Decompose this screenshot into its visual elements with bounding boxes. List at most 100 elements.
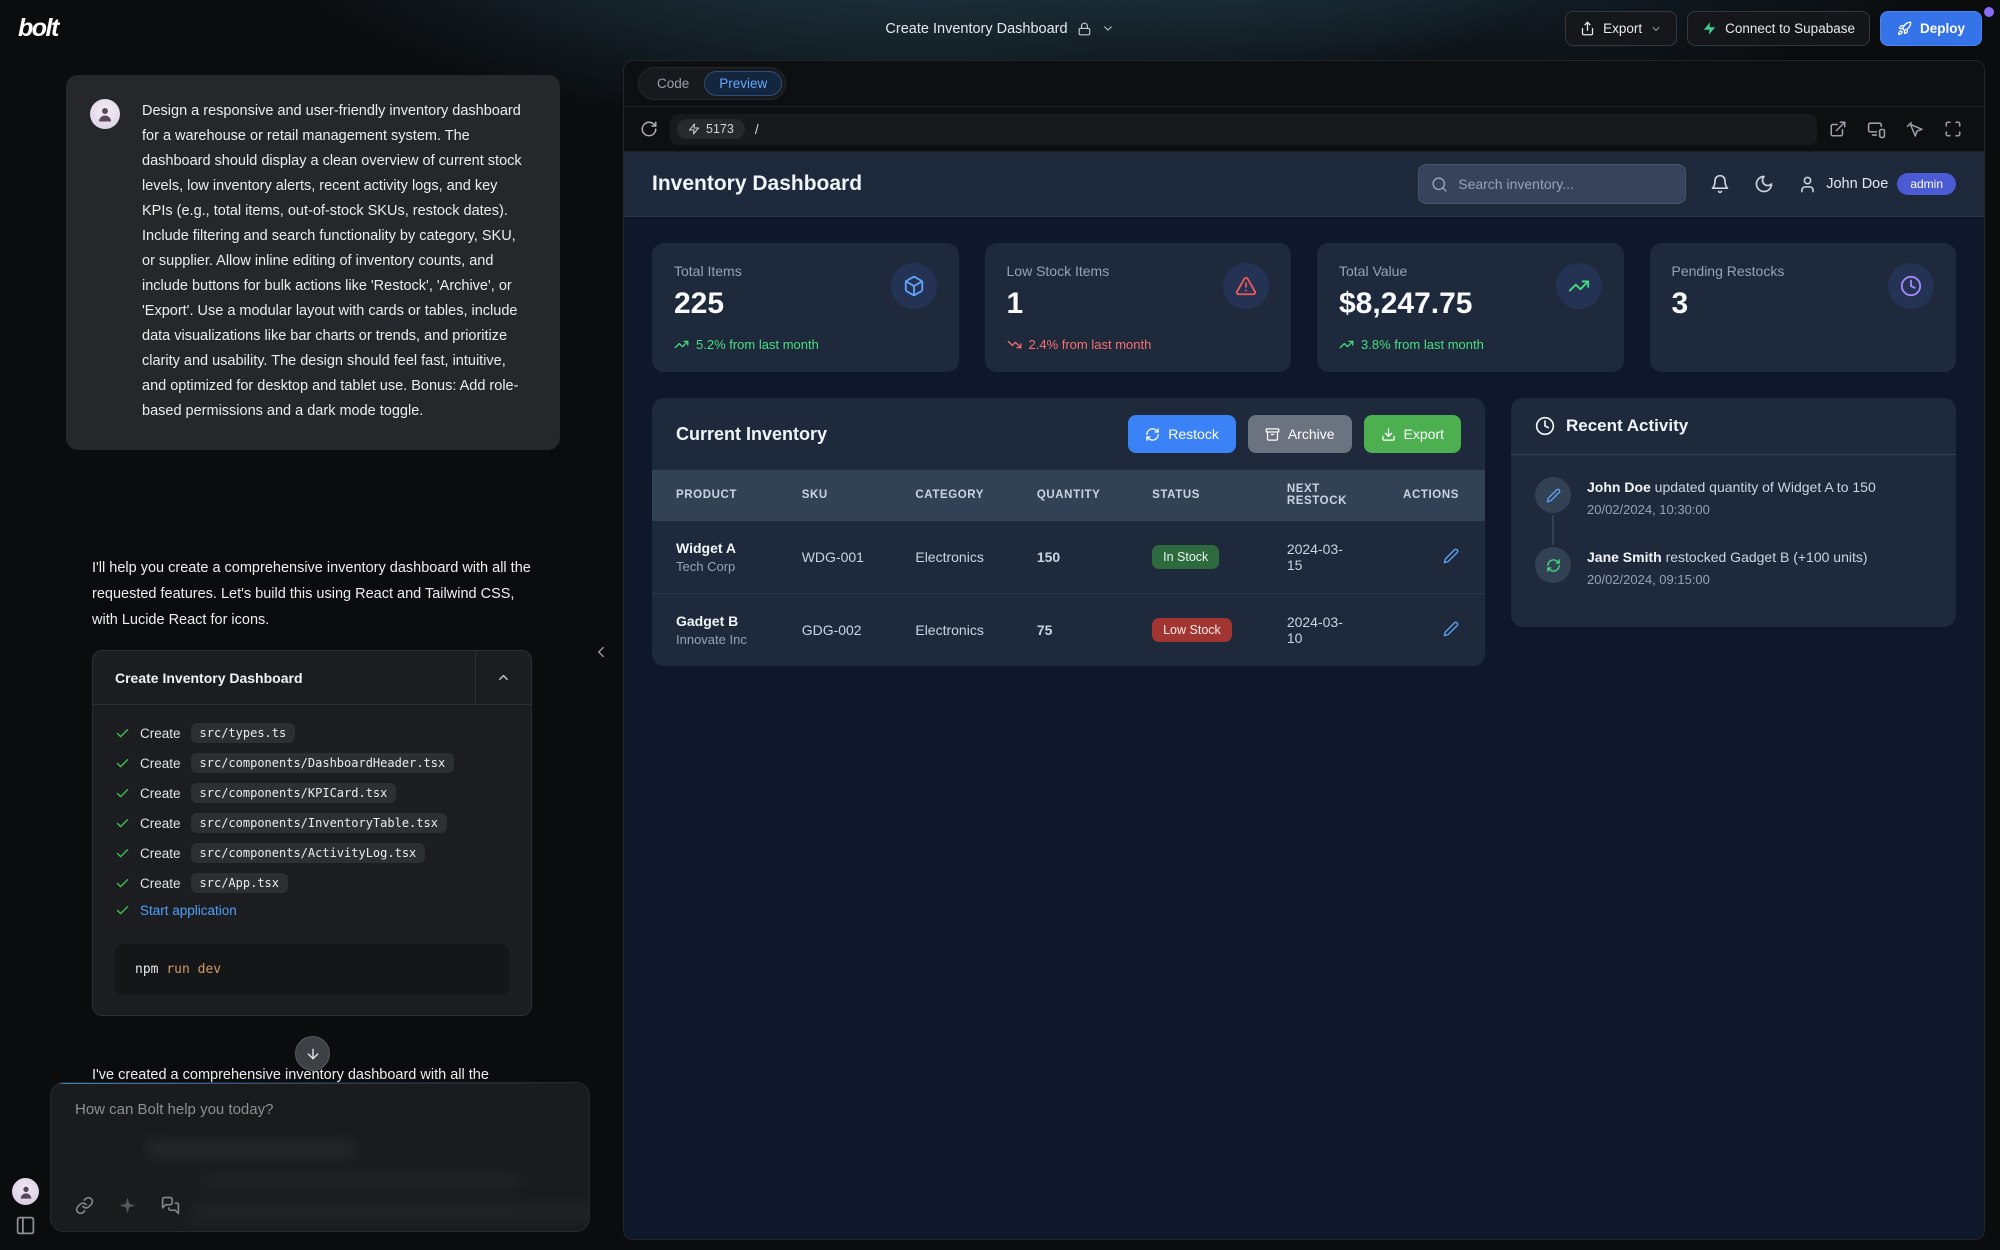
trend-down-icon (1007, 337, 1022, 352)
attach-link-icon[interactable] (75, 1196, 94, 1215)
table-row[interactable]: Gadget B Innovate Inc GDG-002 Electronic… (652, 594, 1485, 667)
activity-header: Recent Activity (1511, 398, 1956, 455)
column-header-product: PRODUCT (652, 470, 786, 521)
activity-user: John Doe (1587, 479, 1651, 495)
preview-toolbar-icons (1829, 120, 1968, 139)
chat-input[interactable] (51, 1083, 589, 1143)
file-chip[interactable]: src/App.tsx (191, 873, 288, 893)
step-action: Create (140, 876, 181, 891)
step-create-file: Create src/components/KPICard.tsx (115, 783, 509, 803)
restock-label: Restock (1168, 426, 1219, 442)
bolt-logo[interactable]: bolt (18, 14, 58, 43)
product-name: Widget A (676, 540, 770, 556)
product-sku: GDG-002 (786, 594, 900, 667)
product-name: Gadget B (676, 613, 770, 629)
reload-icon[interactable] (640, 120, 658, 138)
check-icon (115, 876, 130, 891)
chat-input-box (50, 1082, 590, 1232)
step-create-file: Create src/components/DashboardHeader.ts… (115, 753, 509, 773)
column-header-status: STATUS (1136, 470, 1271, 521)
next-restock-date: 2024-03-15 (1271, 521, 1367, 594)
responsive-devices-icon[interactable] (1867, 120, 1886, 139)
chat-panel: Design a responsive and user-friendly in… (0, 57, 623, 1250)
step-action: Create (140, 846, 181, 861)
product-category: Electronics (899, 521, 1020, 594)
tab-preview[interactable]: Preview (704, 71, 782, 96)
collapse-chat-chevron[interactable] (592, 643, 610, 661)
start-application-link[interactable]: Start application (140, 903, 237, 918)
sidebar-toggle-icon[interactable] (15, 1215, 36, 1236)
activity-title: Recent Activity (1566, 416, 1688, 436)
activity-item: John Doe updated quantity of Widget A to… (1535, 477, 1932, 547)
file-chip[interactable]: src/components/InventoryTable.tsx (191, 813, 447, 833)
url-field[interactable]: 5173 / (670, 114, 1817, 145)
file-chip[interactable]: src/components/KPICard.tsx (191, 783, 397, 803)
dark-mode-toggle-moon-icon[interactable] (1754, 174, 1774, 194)
dashboard-body: Total Items 225 5.2% from last month Low… (624, 217, 1984, 1239)
user-menu[interactable]: John Doe admin (1798, 173, 1956, 195)
view-tabbar: Code Preview (624, 61, 1984, 107)
chat-mode-icon[interactable] (161, 1196, 180, 1215)
artifact-card: Create Inventory Dashboard Create src/ty… (92, 650, 532, 1016)
inspect-pointer-icon[interactable] (1906, 120, 1924, 138)
open-external-icon[interactable] (1829, 120, 1847, 138)
arrow-down-icon (305, 1046, 321, 1062)
user-icon (1798, 175, 1817, 194)
fullscreen-icon[interactable] (1944, 120, 1962, 138)
activity-action: updated quantity of Widget A to 150 (1655, 479, 1876, 495)
terminal-command: npm run dev (115, 944, 509, 995)
product-supplier: Innovate Inc (676, 632, 770, 647)
product-quantity[interactable]: 150 (1021, 521, 1136, 594)
kpi-trend: 2.4% from last month (1007, 337, 1270, 352)
activity-action: restocked Gadget B (+100 units) (1666, 549, 1868, 565)
file-chip[interactable]: src/types.ts (191, 723, 296, 743)
connect-supabase-button[interactable]: Connect to Supabase (1687, 11, 1870, 46)
download-icon (1381, 427, 1396, 442)
search-input[interactable] (1458, 176, 1673, 192)
scroll-to-bottom-button[interactable] (295, 1036, 330, 1071)
collapse-artifact-button[interactable] (475, 651, 531, 704)
step-create-file: Create src/components/ActivityLog.tsx (115, 843, 509, 863)
assistant-intro-text: I'll help you create a comprehensive inv… (92, 555, 542, 633)
tab-code[interactable]: Code (642, 71, 704, 96)
file-chip[interactable]: src/components/DashboardHeader.tsx (191, 753, 455, 773)
sparkles-icon[interactable] (118, 1196, 137, 1215)
archive-button[interactable]: Archive (1248, 415, 1352, 453)
kpi-trend-text: 5.2% from last month (696, 337, 819, 352)
workbench: Code Preview 5173 / (623, 60, 1985, 1240)
product-quantity[interactable]: 75 (1021, 594, 1136, 667)
edit-pencil-icon[interactable] (1443, 548, 1459, 564)
bell-icon[interactable] (1710, 174, 1730, 194)
column-header-quantity: QUANTITY (1021, 470, 1136, 521)
port-badge[interactable]: 5173 (677, 119, 745, 139)
activity-timestamp: 20/02/2024, 10:30:00 (1587, 502, 1876, 517)
blurred-suggestion (201, 1175, 521, 1189)
step-create-file: Create src/types.ts (115, 723, 509, 743)
project-title-menu[interactable]: Create Inventory Dashboard (885, 0, 1114, 57)
package-icon (891, 263, 937, 309)
kpi-card-total-items: Total Items 225 5.2% from last month (652, 243, 959, 372)
check-icon (115, 846, 130, 861)
alert-triangle-icon (1223, 263, 1269, 309)
product-supplier: Tech Corp (676, 559, 770, 574)
blurred-suggestion (191, 1205, 590, 1221)
clock-icon (1535, 416, 1555, 436)
account-avatar[interactable] (12, 1178, 39, 1205)
command-args: run dev (166, 962, 221, 977)
step-action: Create (140, 726, 181, 741)
chat-input-toolbar (75, 1196, 180, 1215)
file-chip[interactable]: src/components/ActivityLog.tsx (191, 843, 426, 863)
export-button[interactable]: Export (1565, 11, 1677, 46)
page-title: Inventory Dashboard (652, 172, 862, 196)
column-header-actions: ACTIONS (1367, 470, 1485, 521)
restock-button[interactable]: Restock (1128, 415, 1236, 453)
topbar: bolt Create Inventory Dashboard Export C… (0, 0, 2000, 57)
deploy-button[interactable]: Deploy (1880, 11, 1982, 46)
current-inventory-card: Current Inventory Restock (652, 398, 1485, 666)
code-preview-segment: Code Preview (638, 67, 786, 100)
edit-pencil-icon[interactable] (1443, 621, 1459, 637)
inventory-title: Current Inventory (676, 424, 827, 445)
table-row[interactable]: Widget A Tech Corp WDG-001 Electronics 1… (652, 521, 1485, 594)
search-icon (1431, 176, 1448, 193)
export-csv-button[interactable]: Export (1364, 415, 1461, 453)
